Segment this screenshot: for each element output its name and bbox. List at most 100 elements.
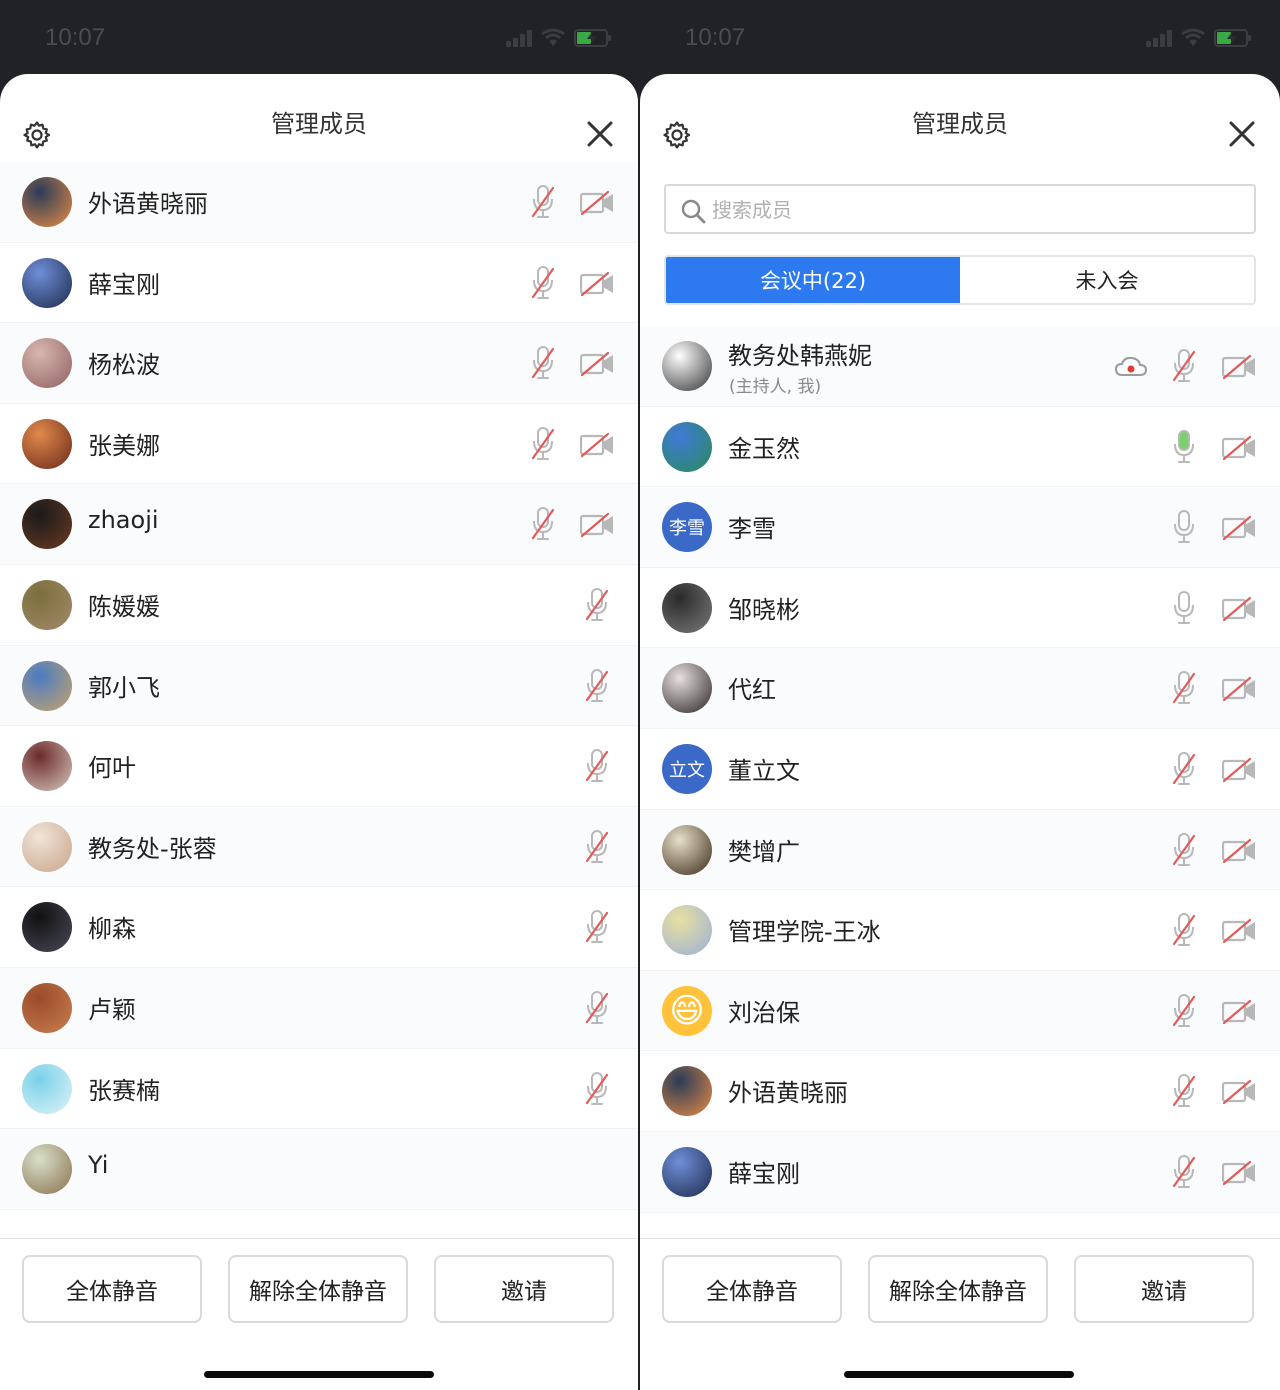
member-avatar <box>22 499 72 550</box>
cloud-recording-icon[interactable] <box>1114 355 1148 379</box>
home-indicator[interactable] <box>844 1371 1074 1378</box>
member-avatar <box>22 741 72 792</box>
close-icon[interactable] <box>1228 120 1256 148</box>
mic-muted-icon[interactable] <box>584 909 610 945</box>
mic-muted-icon[interactable] <box>584 668 610 704</box>
mic-muted-icon[interactable] <box>584 990 610 1026</box>
member-row[interactable]: 代红 <box>640 648 1280 729</box>
member-row[interactable]: 教务处韩燕妮 (主持人, 我) <box>640 326 1280 407</box>
mic-muted-icon[interactable] <box>584 748 610 784</box>
camera-off-icon[interactable] <box>1221 354 1256 380</box>
member-name: zhaoji <box>88 506 159 535</box>
manage-members-sheet: 管理成员 会议中(22) 未入会 教务处韩燕妮 (主持人, 我) 金玉然李雪李雪邹晓… <box>640 74 1280 1390</box>
member-row[interactable]: 李雪 李雪 <box>640 487 1280 568</box>
member-row[interactable]: 张美娜 <box>0 403 638 485</box>
search-box[interactable] <box>664 184 1256 234</box>
sheet-title: 管理成员 <box>271 110 367 138</box>
mic-muted-icon[interactable] <box>530 265 556 301</box>
member-row[interactable]: 立文 董立文 <box>640 728 1280 810</box>
member-row[interactable]: 教务处-张蓉 <box>0 806 638 888</box>
camera-off-icon[interactable] <box>579 351 614 377</box>
unmute-all-button[interactable]: 解除全体静音 <box>868 1255 1048 1323</box>
member-row[interactable]: 外语黄晓丽 <box>640 1051 1280 1132</box>
camera-off-icon[interactable] <box>1221 838 1256 864</box>
member-row[interactable]: 郭小飞 <box>0 645 638 727</box>
mic-muted-icon[interactable] <box>1171 912 1197 948</box>
mic-icon[interactable] <box>1171 509 1197 545</box>
member-tabs: 会议中(22) 未入会 <box>664 255 1256 305</box>
mute-all-button[interactable]: 全体静音 <box>22 1255 202 1323</box>
member-name: 管理学院-王冰 <box>728 918 881 947</box>
member-row[interactable]: 卢颖 <box>0 967 638 1049</box>
member-avatar <box>662 341 712 391</box>
camera-off-icon[interactable] <box>579 512 614 538</box>
camera-off-icon[interactable] <box>579 271 614 297</box>
mic-muted-icon[interactable] <box>530 426 556 462</box>
home-indicator[interactable] <box>204 1371 434 1378</box>
member-name: 郭小飞 <box>88 673 160 702</box>
mute-all-button[interactable]: 全体静音 <box>662 1255 842 1323</box>
member-row[interactable]: 杨松波 <box>0 323 638 404</box>
camera-off-icon[interactable] <box>1221 596 1256 622</box>
member-list[interactable]: 教务处韩燕妮 (主持人, 我) 金玉然 李雪 李雪 邹晓彬 代红 立文 董立文 樊增广管理学院-王… <box>640 326 1280 1238</box>
mic-muted-icon[interactable] <box>530 184 556 220</box>
manage-members-sheet: 管理成员 外语黄晓丽薛宝刚杨松波 张美娜 zhaoji 陈媛媛郭小飞何叶教务处-张蓉柳… <box>0 74 638 1390</box>
member-row[interactable]: Yi <box>0 1129 638 1210</box>
member-row[interactable]: 管理学院-王冰 <box>640 890 1280 971</box>
tab-not-joined[interactable]: 未入会 <box>960 257 1254 303</box>
camera-off-icon[interactable] <box>1221 676 1256 702</box>
member-row[interactable]: 薛宝刚 <box>0 242 638 324</box>
member-row[interactable]: 外语黄晓丽 <box>0 162 638 243</box>
mic-icon[interactable] <box>1171 590 1197 626</box>
camera-off-icon[interactable] <box>579 432 614 458</box>
mic-muted-icon[interactable] <box>1171 1073 1197 1109</box>
member-avatar <box>662 421 712 472</box>
camera-off-icon[interactable] <box>579 190 614 216</box>
search-input[interactable] <box>712 195 1212 225</box>
camera-off-icon[interactable] <box>1221 1079 1256 1105</box>
mic-muted-icon[interactable] <box>1171 348 1197 384</box>
member-row[interactable]: 薛宝刚 <box>640 1131 1280 1213</box>
camera-off-icon[interactable] <box>1221 435 1256 461</box>
member-name: 薛宝刚 <box>88 270 160 299</box>
mic-muted-icon[interactable] <box>584 1071 610 1107</box>
mic-muted-icon[interactable] <box>1171 1154 1197 1190</box>
camera-off-icon[interactable] <box>1221 999 1256 1025</box>
mic-muted-icon[interactable] <box>1171 670 1197 706</box>
mic-muted-icon[interactable] <box>584 829 610 865</box>
member-row[interactable]: 柳森 <box>0 887 638 968</box>
camera-off-icon[interactable] <box>1221 757 1256 783</box>
member-row[interactable]: 陈媛媛 <box>0 564 638 646</box>
member-avatar <box>22 418 72 469</box>
member-name: 薛宝刚 <box>728 1159 800 1188</box>
member-name: 教务处-张蓉 <box>88 834 217 863</box>
mic-active-icon[interactable] <box>1171 429 1197 465</box>
sheet-title: 管理成员 <box>912 110 1008 138</box>
mic-muted-icon[interactable] <box>530 345 556 381</box>
member-name: 卢颖 <box>88 995 136 1024</box>
member-row[interactable]: 樊增广 <box>640 809 1280 891</box>
camera-off-icon[interactable] <box>1221 1160 1256 1186</box>
member-row[interactable]: 金玉然 <box>640 406 1280 488</box>
member-row[interactable]: zhaoji <box>0 484 638 565</box>
member-name: 刘治保 <box>728 998 800 1027</box>
member-row[interactable]: 张赛楠 <box>0 1048 638 1130</box>
invite-button[interactable]: 邀请 <box>434 1255 614 1323</box>
member-avatar: 😄 <box>662 985 712 1036</box>
member-row[interactable]: 邹晓彬 <box>640 567 1280 649</box>
mic-muted-icon[interactable] <box>530 506 556 542</box>
invite-button[interactable]: 邀请 <box>1074 1255 1254 1323</box>
camera-off-icon[interactable] <box>1221 918 1256 944</box>
mic-muted-icon[interactable] <box>1171 993 1197 1029</box>
member-row[interactable]: 😄 刘治保 <box>640 970 1280 1052</box>
camera-off-icon[interactable] <box>1221 515 1256 541</box>
member-row[interactable]: 何叶 <box>0 726 638 807</box>
member-avatar: 李雪 <box>662 502 712 553</box>
unmute-all-button[interactable]: 解除全体静音 <box>228 1255 408 1323</box>
mic-muted-icon[interactable] <box>1171 832 1197 868</box>
mic-muted-icon[interactable] <box>1171 751 1197 787</box>
close-icon[interactable] <box>586 120 614 148</box>
tab-in-meeting[interactable]: 会议中(22) <box>666 257 960 303</box>
member-list[interactable]: 外语黄晓丽薛宝刚杨松波 张美娜 zhaoji 陈媛媛郭小飞何叶教务处-张蓉柳森卢颖张赛… <box>0 162 638 1238</box>
mic-muted-icon[interactable] <box>584 587 610 623</box>
